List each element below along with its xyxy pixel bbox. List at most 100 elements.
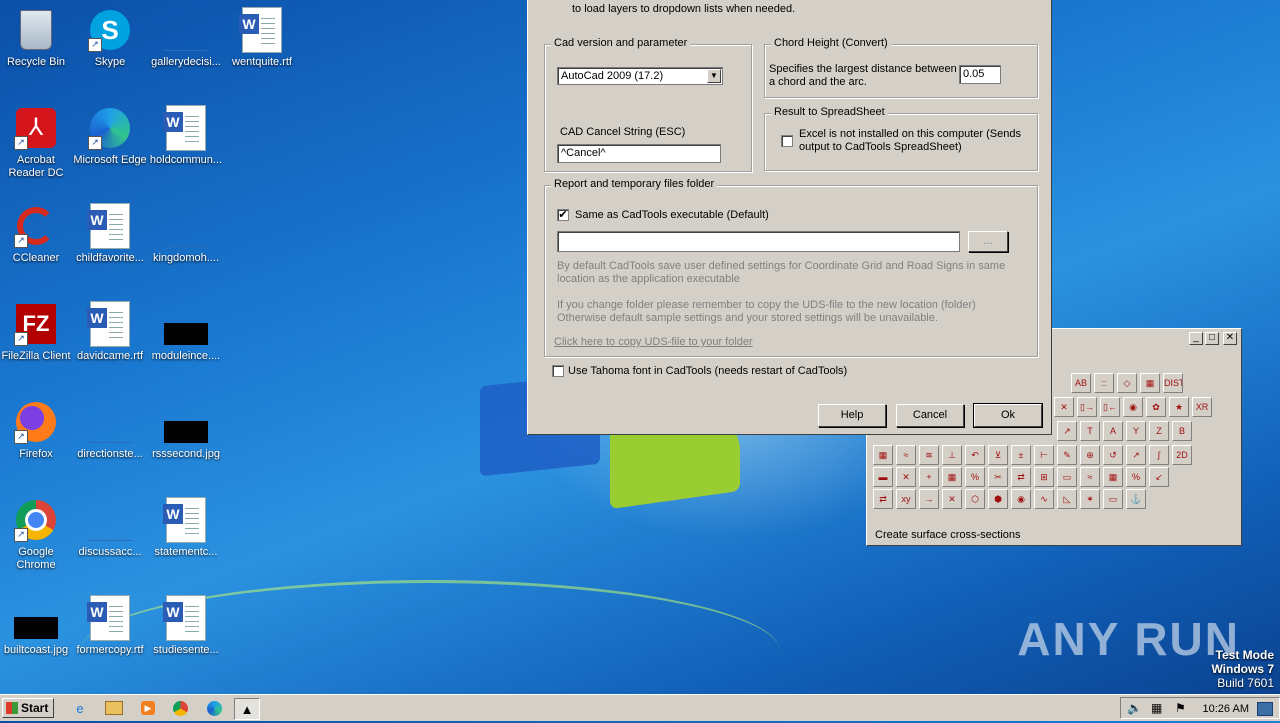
tool-button-row3-5[interactable]: Z [1149, 421, 1169, 441]
desktop-icon-acrobat[interactable]: ⅄ ↗ Acrobat Reader DC [0, 106, 74, 180]
tool-button-row5-5[interactable]: % [965, 467, 985, 487]
tool-button-row3-4[interactable]: Y [1126, 421, 1146, 441]
tool-button-row1-5[interactable]: DIST [1163, 373, 1183, 393]
tool-button-row4-8[interactable]: ⊢ [1034, 445, 1054, 465]
tool-button-row2-5[interactable]: ◉ [1123, 397, 1143, 417]
chord-height-input[interactable]: 0.05 [959, 65, 1001, 84]
chrome-taskbar-icon[interactable] [168, 698, 192, 718]
minimize-button[interactable]: _ [1189, 332, 1203, 345]
tool-button-row5-8[interactable]: ⊞ [1034, 467, 1054, 487]
desktop-icon-firefox[interactable]: ↗ Firefox [0, 400, 74, 461]
tool-button-row6-10[interactable]: ✶ [1080, 489, 1100, 509]
edge-taskbar-icon[interactable] [202, 698, 226, 718]
cad-version-select[interactable]: AutoCad 2009 (17.2) ▼ [557, 67, 723, 85]
copy-uds-link[interactable]: Click here to copy UDS-file to your fold… [554, 336, 753, 348]
tool-button-row5-12[interactable]: % [1126, 467, 1146, 487]
speaker-icon[interactable]: 🔈 [1127, 701, 1142, 715]
tool-button-row6-1[interactable]: ⇄ [873, 489, 893, 509]
tool-button-row3-2[interactable]: T [1080, 421, 1100, 441]
tool-button-row3-6[interactable]: B [1172, 421, 1192, 441]
ie-icon[interactable]: e [68, 698, 92, 718]
help-button[interactable]: Help [818, 404, 886, 427]
network-icon[interactable]: ▦ [1151, 701, 1162, 715]
tool-button-row2-6[interactable]: ✿ [1146, 397, 1166, 417]
tool-button-row5-11[interactable]: ▦ [1103, 467, 1123, 487]
tool-button-row4-10[interactable]: ⊕ [1080, 445, 1100, 465]
tool-button-row4-13[interactable]: ∫ [1149, 445, 1169, 465]
desktop-icon-edge[interactable]: ↗ Microsoft Edge [72, 106, 148, 167]
tool-button-row1-3[interactable]: ◇ [1117, 373, 1137, 393]
desktop-icon-rsssecond[interactable]: rsssecond.jpg [148, 400, 224, 461]
tool-button-row4-7[interactable]: ± [1011, 445, 1031, 465]
desktop-icon-discussacc[interactable]: discussacc... [72, 498, 148, 559]
cancel-button[interactable]: Cancel [896, 404, 964, 427]
clock[interactable]: 10:26 AM [1203, 703, 1249, 715]
cancel-string-input[interactable]: ^Cancel^ [557, 144, 721, 163]
tool-button-row6-7[interactable]: ◉ [1011, 489, 1031, 509]
tool-button-row4-4[interactable]: ⊥ [942, 445, 962, 465]
tool-button-row1-4[interactable]: ▦ [1140, 373, 1160, 393]
tool-button-row1-1[interactable]: AB [1071, 373, 1091, 393]
tool-button-row4-12[interactable]: ↗ [1126, 445, 1146, 465]
tool-button-row4-2[interactable]: ≈ [896, 445, 916, 465]
tool-button-row5-10[interactable]: ≈ [1080, 467, 1100, 487]
desktop-icon-wentquite[interactable]: W wentquite.rtf [224, 7, 300, 69]
action-center-icon[interactable]: ⚑ [1175, 701, 1186, 715]
tool-button-row5-3[interactable]: + [919, 467, 939, 487]
tool-button-row3-1[interactable]: ↗ [1057, 421, 1077, 441]
desktop-icon-directionste[interactable]: directionste... [72, 400, 148, 461]
desktop-icon-gallerydecisi[interactable]: gallerydecisi... [148, 8, 224, 69]
desktop-icon-skype[interactable]: S ↗ Skype [72, 8, 148, 69]
tool-button-row4-11[interactable]: ↺ [1103, 445, 1123, 465]
desktop-icon-filezilla[interactable]: FZ ↗ FileZilla Client [0, 302, 74, 363]
tool-button-row5-13[interactable]: ↙ [1149, 467, 1169, 487]
tool-button-row6-5[interactable]: ⬡ [965, 489, 985, 509]
cadtools-taskbar-icon[interactable]: ▲ [234, 698, 260, 720]
close-button[interactable]: ✕ [1223, 332, 1237, 345]
tool-button-row4-1[interactable]: ▦ [873, 445, 893, 465]
desktop-icon-kingdomoh[interactable]: kingdomoh.... [148, 204, 224, 265]
folder-path-input[interactable] [557, 231, 960, 252]
tool-button-row3-3[interactable]: A [1103, 421, 1123, 441]
desktop-icon-builtcoast[interactable]: builtcoast.jpg [0, 596, 74, 657]
chevron-down-icon[interactable]: ▼ [707, 69, 721, 83]
browse-folder-button[interactable]: ... [968, 231, 1008, 252]
tool-button-row2-7[interactable]: ★ [1169, 397, 1189, 417]
desktop-icon-recycle-bin[interactable]: Recycle Bin [0, 8, 74, 69]
desktop-icon-statementc[interactable]: W statementc... [148, 497, 224, 559]
tool-button-row4-5[interactable]: ↶ [965, 445, 985, 465]
tool-button-row5-6[interactable]: ✂ [988, 467, 1008, 487]
desktop-icon-moduleince[interactable]: moduleince.... [148, 302, 224, 363]
desktop-icon-davidcame[interactable]: W davidcame.rtf [72, 301, 148, 363]
tool-button-row6-6[interactable]: ⬢ [988, 489, 1008, 509]
tool-button-row1-2[interactable]: :: [1094, 373, 1114, 393]
tool-button-row6-8[interactable]: ∿ [1034, 489, 1054, 509]
start-button[interactable]: Start [2, 698, 54, 718]
ok-button[interactable]: Ok [973, 403, 1043, 428]
tool-button-row2-2[interactable]: ✕ [1054, 397, 1074, 417]
tool-button-row4-3[interactable]: ≋ [919, 445, 939, 465]
excel-checkbox[interactable] [781, 135, 793, 147]
tool-button-row2-3[interactable]: ▯→ [1077, 397, 1097, 417]
tool-button-row6-9[interactable]: ◺ [1057, 489, 1077, 509]
tool-button-row6-2[interactable]: xy [896, 489, 916, 509]
tool-button-row5-2[interactable]: ✕ [896, 467, 916, 487]
desktop-icon-formercopy[interactable]: W formercopy.rtf [72, 595, 148, 657]
maximize-button[interactable]: □ [1205, 332, 1219, 345]
tool-button-row4-9[interactable]: ✎ [1057, 445, 1077, 465]
tahoma-font-checkbox[interactable] [552, 365, 564, 377]
tool-button-row4-14[interactable]: 2D [1172, 445, 1192, 465]
same-as-exe-checkbox[interactable]: ✔ [557, 209, 569, 221]
tool-button-row6-12[interactable]: ⚓ [1126, 489, 1146, 509]
tool-button-row6-4[interactable]: ✕ [942, 489, 962, 509]
desktop-icon-chrome[interactable]: ↗ Google Chrome [0, 498, 74, 572]
desktop-icon-childfavorite[interactable]: W childfavorite... [72, 203, 148, 265]
tool-button-row5-1[interactable]: ▬ [873, 467, 893, 487]
explorer-icon[interactable] [102, 698, 126, 718]
tool-button-row2-8[interactable]: XR [1192, 397, 1212, 417]
tool-button-row6-11[interactable]: ▭ [1103, 489, 1123, 509]
desktop-icon-ccleaner[interactable]: ↗ CCleaner [0, 204, 74, 265]
tool-button-row5-9[interactable]: ▭ [1057, 467, 1077, 487]
tool-button-row6-3[interactable]: → [919, 489, 939, 509]
media-player-icon[interactable]: ▶ [136, 698, 160, 718]
